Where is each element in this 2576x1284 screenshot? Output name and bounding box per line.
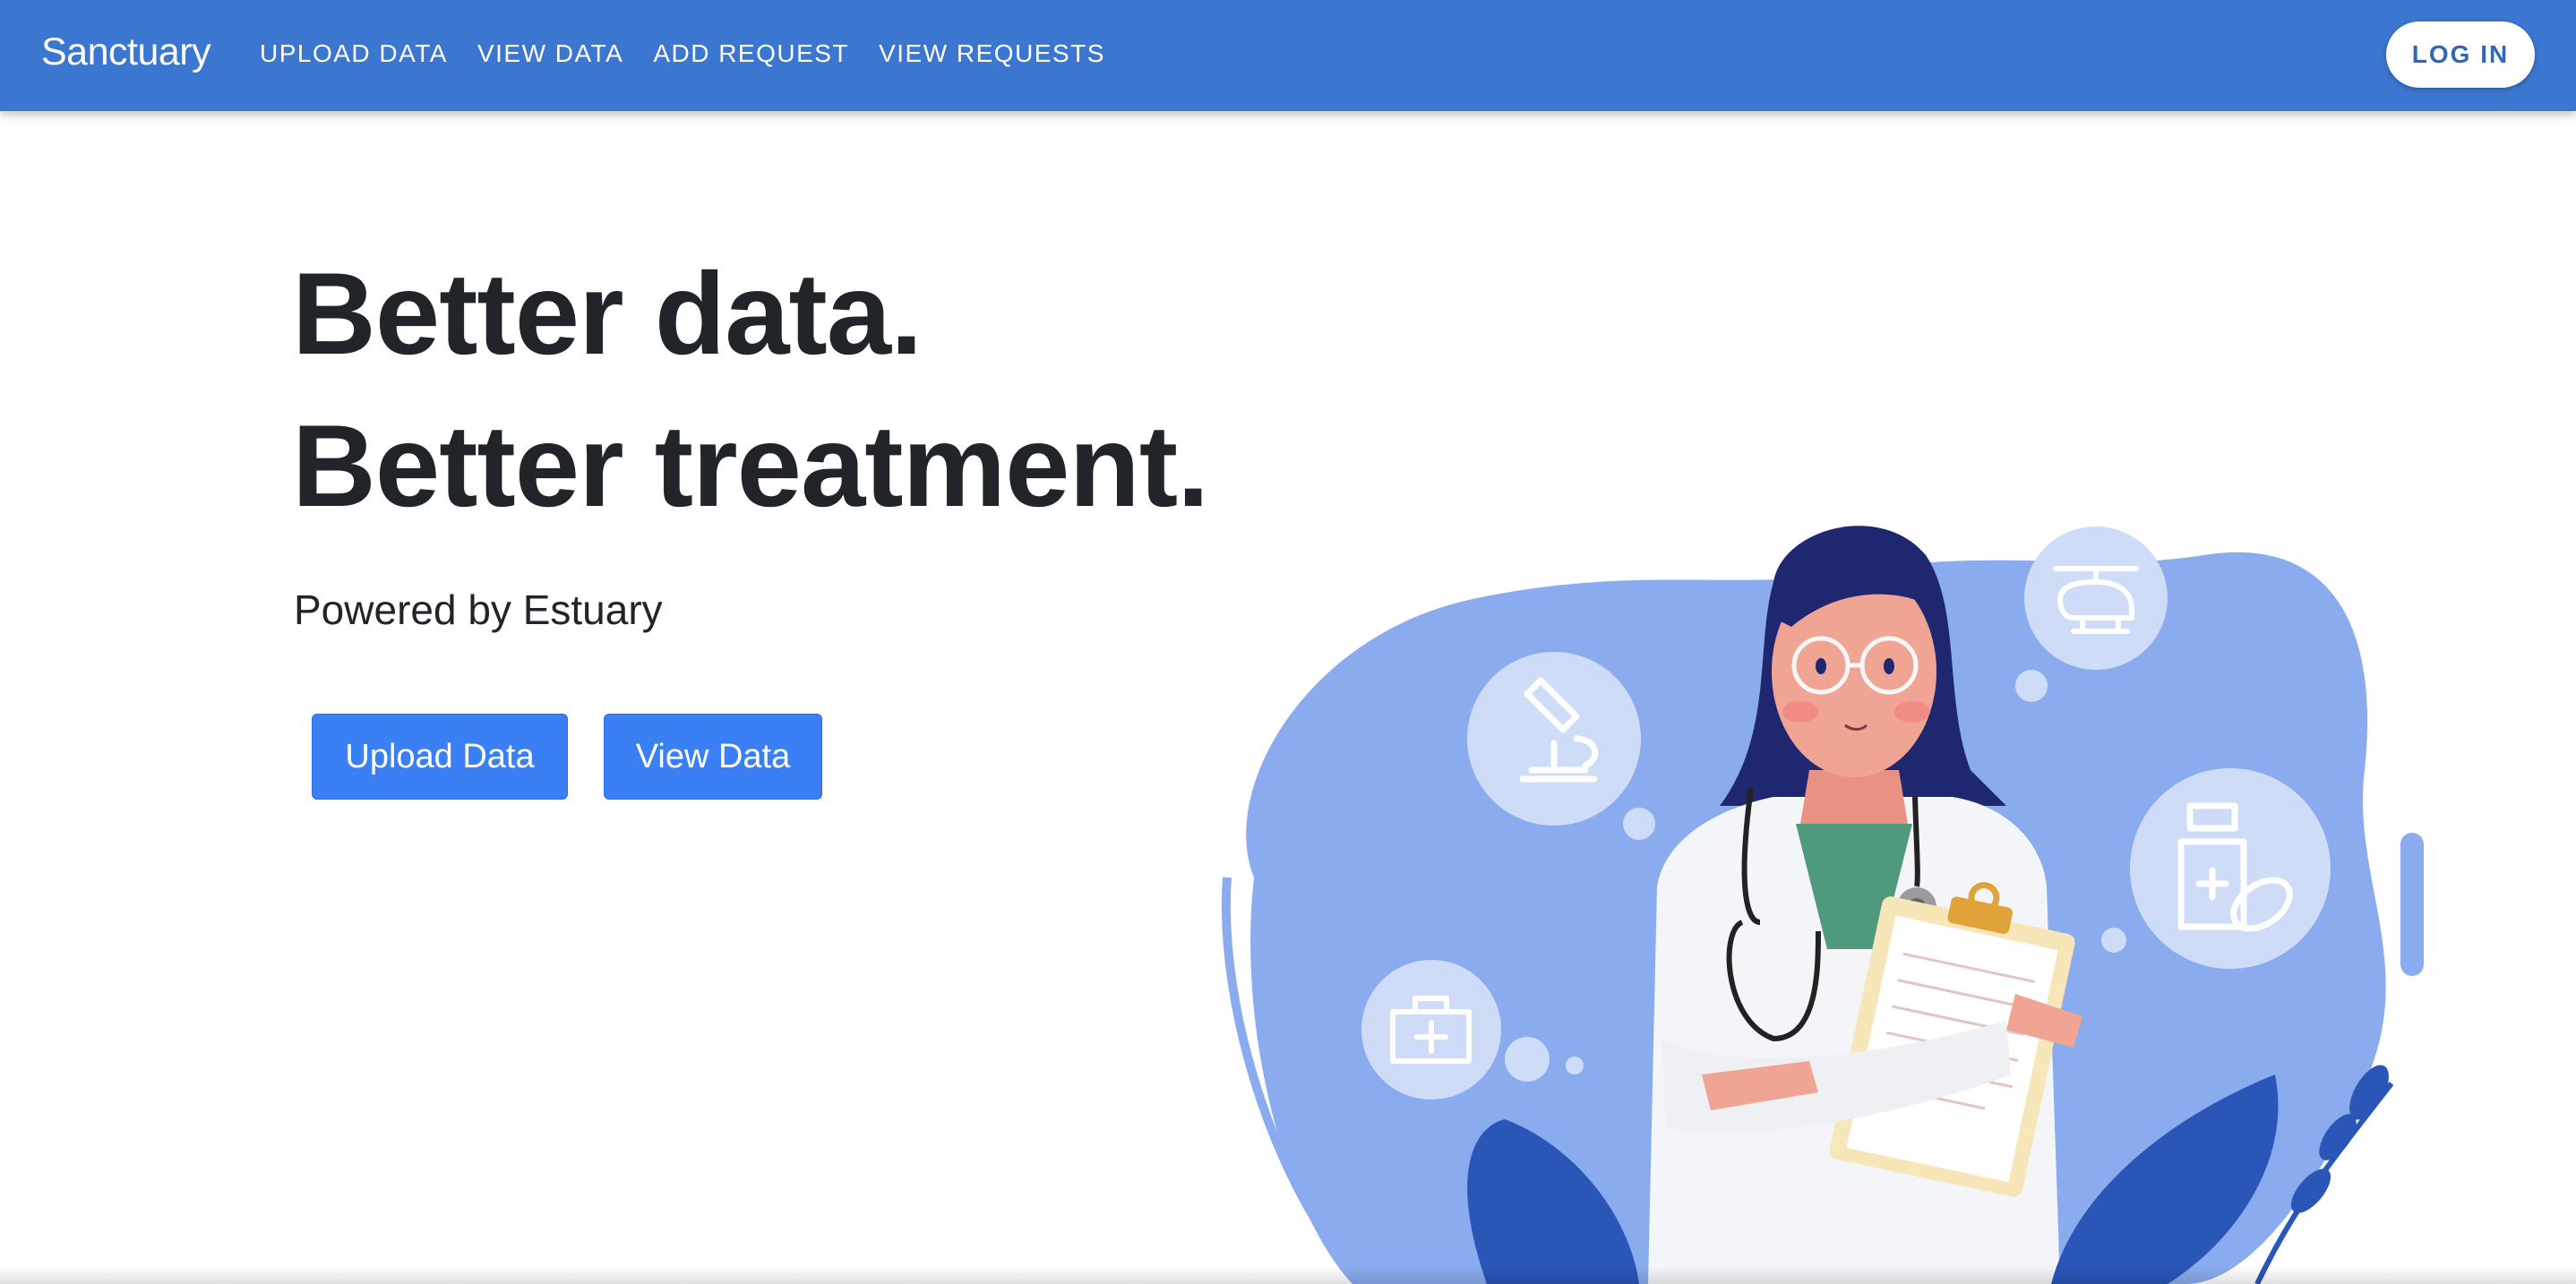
nav-add-request[interactable]: ADD REQUEST: [653, 39, 849, 68]
nav-view-data[interactable]: VIEW DATA: [477, 39, 623, 68]
hero-headline-line1: Better data.: [292, 248, 923, 379]
login-button[interactable]: LOG IN: [2386, 21, 2535, 88]
microscope-icon: [1467, 652, 1641, 826]
decor-capsule: [2400, 833, 2424, 976]
doctor-illustration: [1221, 526, 2424, 1284]
brand-logo[interactable]: Sanctuary: [41, 30, 211, 74]
nav-links: UPLOAD DATA VIEW DATA ADD REQUEST VIEW R…: [260, 39, 1135, 68]
first-aid-kit-icon: [1361, 960, 1501, 1100]
view-data-button[interactable]: View Data: [604, 714, 822, 800]
nav-upload-data[interactable]: UPLOAD DATA: [260, 39, 448, 68]
medicine-bottle-icon: [2130, 768, 2331, 969]
powered-by-text: Powered by Estuary: [294, 586, 663, 633]
helicopter-icon: [2024, 526, 2168, 670]
hero-headline-line2: Better treatment.: [292, 400, 1209, 531]
nav-view-requests[interactable]: VIEW REQUESTS: [879, 39, 1105, 68]
top-navbar: Sanctuary UPLOAD DATA VIEW DATA ADD REQU…: [0, 0, 2576, 111]
upload-data-button[interactable]: Upload Data: [312, 714, 568, 800]
bottom-edge-shadow: [0, 1266, 2576, 1284]
